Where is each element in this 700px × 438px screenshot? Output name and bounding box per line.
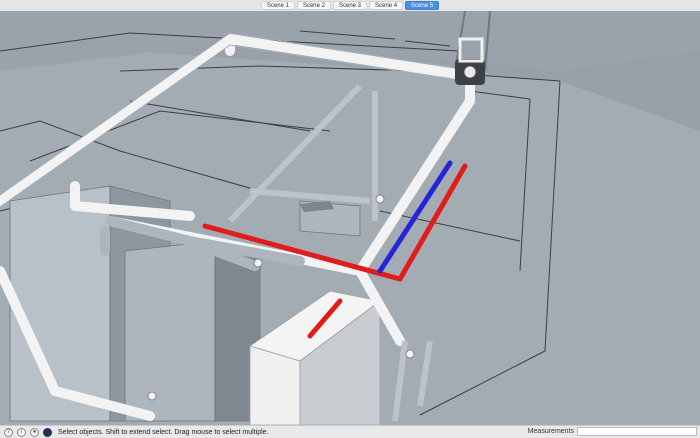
3d-model-viewport[interactable] [0, 10, 700, 426]
tab-scene-2[interactable]: Scene 2 [296, 1, 331, 10]
equipment-box-middle [124, 240, 216, 422]
measurements-label: Measurements [527, 428, 574, 435]
status-message: Select objects. Shift to extend select. … [58, 428, 269, 436]
status-bar: ? i ● Select objects. Shift to extend se… [0, 425, 700, 438]
tab-scene-4[interactable]: Scene 4 [369, 1, 404, 10]
equipment-box-left [9, 185, 111, 422]
user-icon[interactable]: ● [30, 427, 39, 437]
help-icon[interactable]: ? [4, 427, 13, 437]
tab-scene-5[interactable]: Scene 5 [405, 1, 440, 10]
tab-scene-3[interactable]: Scene 3 [332, 1, 368, 10]
measurements-input[interactable] [577, 427, 697, 436]
model-drawing [0, 10, 700, 426]
tab-scene-1[interactable]: Scene 1 [260, 1, 295, 10]
info-icon[interactable]: i [17, 427, 26, 437]
select-tool-icon [43, 427, 52, 437]
